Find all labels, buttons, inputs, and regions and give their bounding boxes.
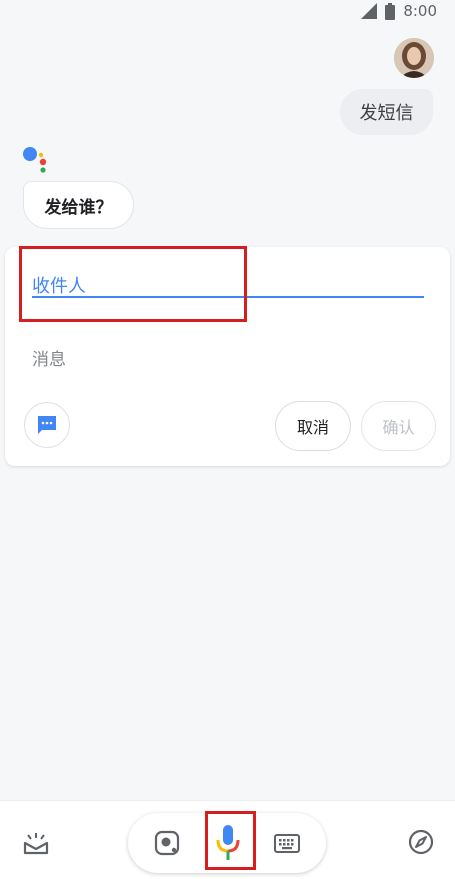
sms-composer-card: 收件人 消息 取消 确认 — [5, 247, 450, 466]
confirm-button-label: 确认 — [382, 418, 415, 437]
lens-icon[interactable] — [154, 830, 180, 856]
message-placeholder: 消息 — [32, 350, 66, 370]
confirm-button[interactable]: 确认 — [361, 401, 436, 451]
assistant-message-text: 发给谁？ — [44, 197, 113, 218]
assistant-message-bubble: 发给谁？ — [23, 181, 134, 229]
user-message-bubble: 发短信 — [340, 89, 433, 135]
status-time: 8:00 — [403, 2, 437, 20]
recipient-placeholder: 收件人 — [32, 276, 86, 297]
battery-icon — [385, 2, 396, 20]
microphone-icon[interactable] — [214, 823, 242, 863]
avatar — [394, 38, 434, 78]
compass-icon[interactable] — [408, 829, 434, 855]
input-mode-pill — [128, 813, 326, 873]
open-messages-button[interactable] — [24, 402, 70, 448]
cancel-button-label: 取消 — [296, 418, 329, 437]
recipient-input[interactable]: 收件人 — [32, 272, 424, 298]
signal-icon — [361, 3, 378, 19]
assistant-logo-icon — [23, 147, 47, 173]
cancel-button[interactable]: 取消 — [275, 401, 351, 451]
bottom-bar — [0, 800, 455, 879]
status-bar: 8:00 — [0, 0, 455, 22]
snapshot-icon[interactable] — [22, 829, 50, 857]
keyboard-icon[interactable] — [274, 833, 300, 855]
message-input[interactable]: 消息 — [32, 345, 66, 370]
user-message-text: 发短信 — [359, 103, 414, 124]
message-icon — [38, 416, 56, 434]
